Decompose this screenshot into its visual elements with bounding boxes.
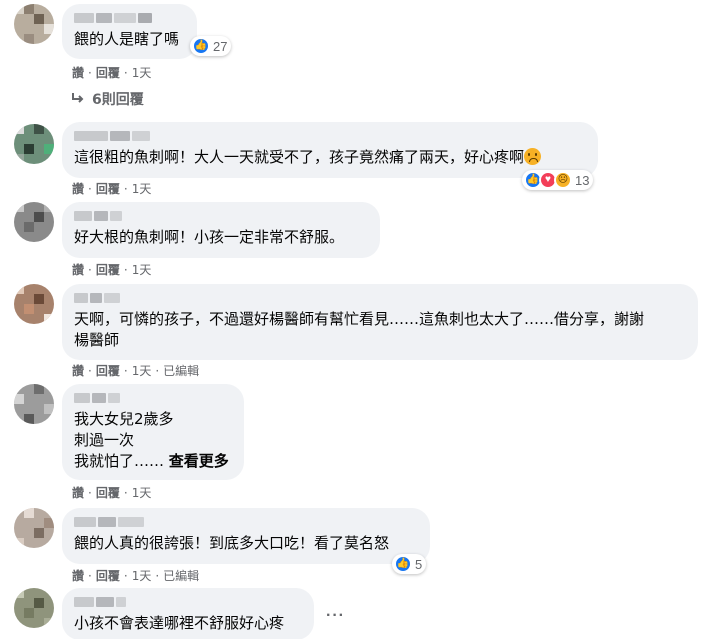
avatar[interactable] — [14, 4, 54, 44]
separator: · — [88, 568, 92, 583]
avatar[interactable] — [14, 508, 54, 548]
reply-button[interactable]: 回覆 — [96, 484, 120, 501]
reaction-count: 13 — [575, 172, 590, 188]
like-button[interactable]: 讚 — [72, 484, 84, 501]
more-options-icon[interactable]: ··· — [326, 608, 348, 624]
like-button[interactable]: 讚 — [72, 64, 84, 81]
comment-bubble: 天啊，可憐的孩子，不過還好楊醫師有幫忙看見……這魚刺也太大了……借分享，謝謝 楊… — [62, 284, 698, 360]
comment-text-body: 我大女兒2歲多 刺過一次 我就怕了…… — [74, 410, 174, 470]
avatar[interactable] — [14, 588, 54, 628]
separator: · — [123, 485, 128, 500]
reply-button[interactable]: 回覆 — [96, 567, 120, 584]
edited-label: 已編輯 — [163, 569, 200, 583]
reply-button[interactable]: 回覆 — [96, 362, 120, 379]
comment-text: 這很粗的魚刺啊！大人一天就受不了，孩子竟然痛了兩天，好心疼啊 — [74, 147, 586, 168]
comment-text-body: 這很粗的魚刺啊！大人一天就受不了，孩子竟然痛了兩天，好心疼啊 — [74, 148, 525, 166]
separator: · — [155, 568, 160, 583]
comment-bubble: 這很粗的魚刺啊！大人一天就受不了，孩子竟然痛了兩天，好心疼啊 — [62, 122, 598, 178]
comment-bubble: 好大根的魚刺啊！小孩一定非常不舒服。 — [62, 202, 380, 258]
comment-text: 小孩不會表達哪裡不舒服好心疼 — [74, 614, 285, 632]
reaction-summary[interactable]: 👍 5 — [392, 554, 427, 574]
sad-emoji-icon — [524, 148, 542, 165]
reaction-summary[interactable]: 👍 27 — [190, 36, 232, 56]
comment-text: 天啊，可憐的孩子，不過還好楊醫師有幫忙看見……這魚刺也太大了……借分享，謝謝 楊… — [74, 310, 645, 349]
author-name-blurred[interactable] — [74, 131, 586, 143]
comment-bubble: 餵的人是瞎了嗎 — [62, 4, 197, 59]
separator: · — [88, 65, 92, 80]
reaction-count: 5 — [415, 556, 423, 572]
separator: · — [155, 363, 160, 378]
avatar[interactable] — [14, 124, 54, 164]
author-name-blurred[interactable] — [74, 293, 686, 305]
comment-actions: 讚 · 回覆 · 1天 — [72, 484, 151, 501]
author-name-blurred[interactable] — [74, 517, 418, 529]
comment-actions: 讚 · 回覆 · 1天 · 已編輯 — [72, 362, 199, 379]
replies-count-label: 6則回覆 — [92, 92, 144, 108]
comment-text: 我大女兒2歲多 刺過一次 我就怕了…… 查看更多 — [74, 409, 232, 472]
timestamp[interactable]: 1天 — [132, 362, 152, 379]
author-name-blurred[interactable] — [74, 597, 302, 609]
edited-label: 已編輯 — [163, 364, 200, 378]
reply-button[interactable]: 回覆 — [96, 261, 120, 278]
reply-button[interactable]: 回覆 — [96, 180, 120, 197]
timestamp[interactable]: 1天 — [132, 261, 152, 278]
author-name-blurred[interactable] — [74, 211, 368, 223]
like-icon: 👍 — [394, 555, 412, 573]
separator: · — [123, 568, 128, 583]
like-button[interactable]: 讚 — [72, 362, 84, 379]
reply-arrow-icon — [72, 93, 84, 103]
author-name-blurred[interactable] — [74, 393, 232, 405]
comment-actions: 讚 · 回覆 · 1天 · 已編輯 — [72, 567, 199, 584]
comment-actions: 讚 · 回覆 · 1天 — [72, 261, 151, 278]
like-button[interactable]: 讚 — [72, 180, 84, 197]
see-more-link[interactable]: 查看更多 — [169, 452, 229, 470]
comment-text: 好大根的魚刺啊！小孩一定非常不舒服。 — [74, 228, 345, 246]
timestamp[interactable]: 1天 — [132, 64, 152, 81]
reaction-summary[interactable]: 👍 ♥ ☹ 13 — [522, 170, 594, 190]
like-button[interactable]: 讚 — [72, 567, 84, 584]
separator: · — [88, 363, 92, 378]
like-button[interactable]: 讚 — [72, 261, 84, 278]
author-name-blurred[interactable] — [74, 13, 185, 25]
separator: · — [88, 181, 92, 196]
separator: · — [88, 262, 92, 277]
avatar[interactable] — [14, 202, 54, 242]
separator: · — [123, 363, 128, 378]
separator: · — [123, 65, 128, 80]
sad-icon: ☹ — [554, 171, 572, 189]
like-icon: 👍 — [192, 37, 210, 55]
comment-actions: 讚 · 回覆 · 1天 — [72, 64, 151, 81]
comment-bubble: 小孩不會表達哪裡不舒服好心疼 — [62, 588, 314, 639]
view-replies-link[interactable]: 6則回覆 — [70, 89, 144, 109]
comment-bubble: 我大女兒2歲多 刺過一次 我就怕了…… 查看更多 — [62, 384, 244, 480]
avatar[interactable] — [14, 384, 54, 424]
avatar[interactable] — [14, 284, 54, 324]
comment-bubble: 餵的人真的很誇張！到底多大口吃！看了莫名怒 — [62, 508, 430, 564]
reply-button[interactable]: 回覆 — [96, 64, 120, 81]
comment-text: 餵的人真的很誇張！到底多大口吃！看了莫名怒 — [74, 534, 390, 552]
separator: · — [88, 485, 92, 500]
separator: · — [123, 181, 128, 196]
reaction-count: 27 — [213, 38, 228, 54]
timestamp[interactable]: 1天 — [132, 567, 152, 584]
separator: · — [123, 262, 128, 277]
comment-text: 餵的人是瞎了嗎 — [74, 30, 180, 48]
timestamp[interactable]: 1天 — [132, 484, 152, 501]
comment-actions: 讚 · 回覆 · 1天 — [72, 180, 151, 197]
timestamp[interactable]: 1天 — [132, 180, 152, 197]
